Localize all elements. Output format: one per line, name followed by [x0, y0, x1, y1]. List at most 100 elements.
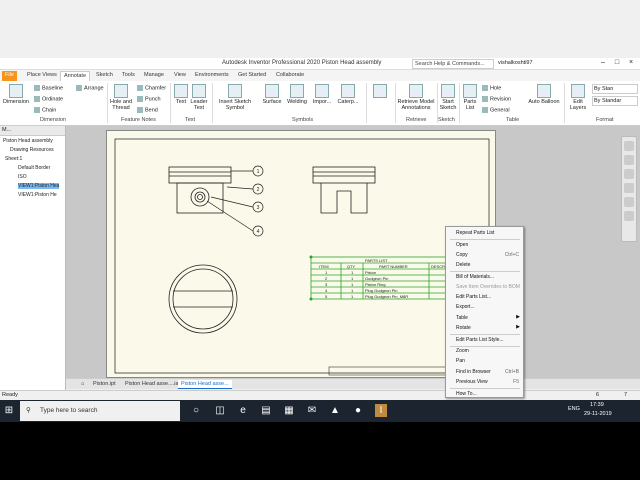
drawing-sheet[interactable]: 1 2 3 4 PARTS LIST ITEM QTY PART NUMBER …	[106, 130, 496, 378]
steering-wheel-icon[interactable]	[624, 141, 634, 151]
look-at-icon[interactable]	[624, 197, 634, 207]
task-view-icon[interactable]: ◫	[214, 404, 226, 417]
tab-environments[interactable]: Environments	[192, 71, 232, 81]
menu-item-3[interactable]: Delete	[446, 261, 523, 270]
clock-time[interactable]: 17:39	[590, 402, 604, 408]
baseline-button[interactable]: Baseline	[34, 85, 63, 91]
language-indicator[interactable]: ENG	[568, 406, 580, 412]
auto-balloon-button[interactable]: Auto Balloon	[526, 84, 562, 105]
menu-item-13[interactable]: Find in Browser Ctrl+B	[446, 368, 523, 377]
welding-button[interactable]: Welding	[285, 84, 309, 105]
inventor-icon[interactable]: I	[375, 404, 387, 417]
parts-list-cell: 3	[325, 282, 328, 287]
doc-tab-assembly[interactable]: Piston Head asse....iam	[122, 380, 186, 389]
impor-button[interactable]: Impor...	[310, 84, 334, 105]
menu-item-9[interactable]: Rotate ▶	[446, 324, 523, 333]
browser-node-view1-selected[interactable]: VIEW1:Piston Hea	[18, 183, 60, 189]
help-search-input[interactable]: Search Help & Commands...	[412, 59, 494, 69]
text-button[interactable]: Text	[172, 84, 190, 105]
menu-item-12[interactable]: Pan	[446, 357, 523, 366]
browser-node-sheet[interactable]: Sheet:1	[5, 156, 22, 162]
maximize-icon[interactable]: □	[610, 59, 624, 69]
general-table-button[interactable]: General	[482, 107, 510, 113]
tab-tools[interactable]: Tools	[119, 71, 138, 81]
leader-text-button[interactable]: Leader Text	[190, 84, 208, 111]
zoom-all-icon[interactable]	[624, 211, 634, 221]
menu-item-1[interactable]: Open	[446, 241, 523, 250]
symbol-grid-buttons[interactable]	[368, 84, 392, 99]
mail-icon[interactable]: ✉	[306, 404, 318, 417]
close-icon[interactable]: ×	[624, 59, 638, 69]
menu-item-11[interactable]: Zoom	[446, 347, 523, 356]
status-count-a: 6	[596, 392, 600, 398]
menu-item-15[interactable]: How To...	[446, 390, 523, 399]
tab-file[interactable]: File	[2, 71, 17, 81]
bend-button[interactable]: Bend	[137, 107, 158, 113]
menu-item-2[interactable]: Copy Ctrl+C	[446, 251, 523, 260]
file-explorer-icon[interactable]: ▤	[260, 404, 272, 417]
edit-layers-button[interactable]: Edit Layers	[566, 84, 590, 111]
arrange-button[interactable]: Arrange	[76, 85, 104, 91]
chamfer-button[interactable]: Chamfer	[137, 85, 166, 91]
doc-tab-drawing[interactable]: Piston Head asse...	[178, 380, 232, 389]
ordinate-button[interactable]: Ordinate	[34, 96, 63, 102]
leader-line-3	[210, 196, 254, 208]
dimension-button[interactable]: Dimension	[2, 84, 30, 105]
style-dropdown[interactable]: By Stan	[592, 84, 638, 94]
punch-button[interactable]: Punch	[137, 96, 161, 102]
menu-item-14[interactable]: Previous View F5	[446, 378, 523, 387]
user-account[interactable]: vishalkoshti97	[498, 60, 533, 66]
tab-view[interactable]: View	[171, 71, 189, 81]
tab-sketch[interactable]: Sketch	[93, 71, 116, 81]
tab-annotate[interactable]: Annotate	[60, 71, 91, 81]
photos-icon[interactable]: ▲	[329, 404, 341, 417]
orbit-icon[interactable]	[624, 183, 634, 193]
browser-node-assembly[interactable]: Piston Head assembly	[3, 138, 53, 144]
drawing-canvas[interactable]: 1 2 3 4 PARTS LIST ITEM QTY PART NUMBER …	[66, 126, 640, 378]
zoom-icon[interactable]	[624, 169, 634, 179]
menu-item-5: Save Item Overrides to BOM	[446, 283, 523, 292]
menu-item-6[interactable]: Edit Parts List...	[446, 293, 523, 302]
browser-node-iso[interactable]: ISO	[18, 174, 27, 180]
hole-table-button[interactable]: Hole	[482, 85, 501, 91]
tab-place-views[interactable]: Place Views	[24, 71, 60, 81]
hole-thread-button[interactable]: Hole and Thread	[109, 84, 133, 111]
menu-item-0[interactable]: Repeat Parts List	[446, 229, 523, 238]
chain-button[interactable]: Chain	[34, 107, 56, 113]
tab-manage[interactable]: Manage	[141, 71, 167, 81]
browser-node-drawing-resources[interactable]: Drawing Resources	[10, 147, 54, 153]
windows-start-icon[interactable]: ⊞	[3, 404, 15, 417]
start-sketch-button[interactable]: Start Sketch	[438, 84, 458, 111]
surface-button[interactable]: Surface	[259, 84, 285, 105]
revision-button[interactable]: Revision	[482, 96, 511, 102]
browser-node-default-border[interactable]: Default Border	[18, 165, 50, 171]
menu-item-8[interactable]: Table ▶	[446, 314, 523, 323]
baseline-icon	[34, 85, 40, 91]
taskbar-search-input[interactable]: ⚲ Type here to search	[20, 401, 180, 421]
chain-icon	[34, 107, 40, 113]
browser-node-view1[interactable]: VIEW1:Piston He	[18, 192, 57, 198]
menu-item-7[interactable]: Export...	[446, 303, 523, 312]
submenu-arrow-icon: ▶	[516, 313, 520, 320]
retrieve-model-annotations-button[interactable]: Retrieve Model Annotations	[396, 84, 436, 111]
home-icon[interactable]: ⌂	[78, 380, 87, 389]
layer-dropdown[interactable]: By Standar	[592, 96, 638, 106]
caterp-button[interactable]: Caterp...	[335, 84, 361, 105]
cortana-icon[interactable]: ○	[190, 404, 202, 417]
edge-icon[interactable]: e	[237, 404, 249, 417]
clock-date[interactable]: 29-11-2019	[584, 411, 612, 417]
tab-collaborate[interactable]: Collaborate	[273, 71, 307, 81]
sketch-symbol-icon	[228, 84, 242, 98]
menu-item-4[interactable]: Bill of Materials...	[446, 273, 523, 282]
store-icon[interactable]: ▦	[283, 404, 295, 417]
minimize-icon[interactable]: –	[596, 59, 610, 69]
tab-get-started[interactable]: Get Started	[235, 71, 269, 81]
pan-icon[interactable]	[624, 155, 634, 165]
menu-item-label: Edit Parts List Style...	[456, 336, 504, 343]
parts-list-button[interactable]: Parts List	[460, 84, 480, 111]
app-icon[interactable]: ●	[352, 404, 364, 417]
insert-sketch-symbol-button[interactable]: Insert Sketch Symbol	[214, 84, 256, 111]
parts-list-cell: Plug Gudgeon Pin_M8R	[365, 294, 408, 299]
menu-item-10[interactable]: Edit Parts List Style...	[446, 336, 523, 345]
doc-tab-piston[interactable]: Piston.ipt	[90, 380, 119, 389]
